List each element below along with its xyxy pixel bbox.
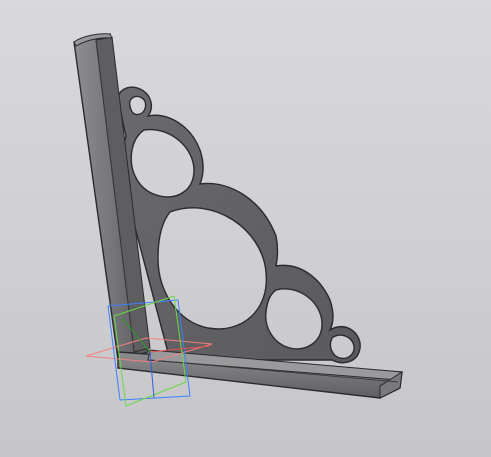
3d-viewport[interactable] [0,0,491,457]
model-scene[interactable] [0,0,491,457]
bracket-web[interactable] [117,86,361,364]
